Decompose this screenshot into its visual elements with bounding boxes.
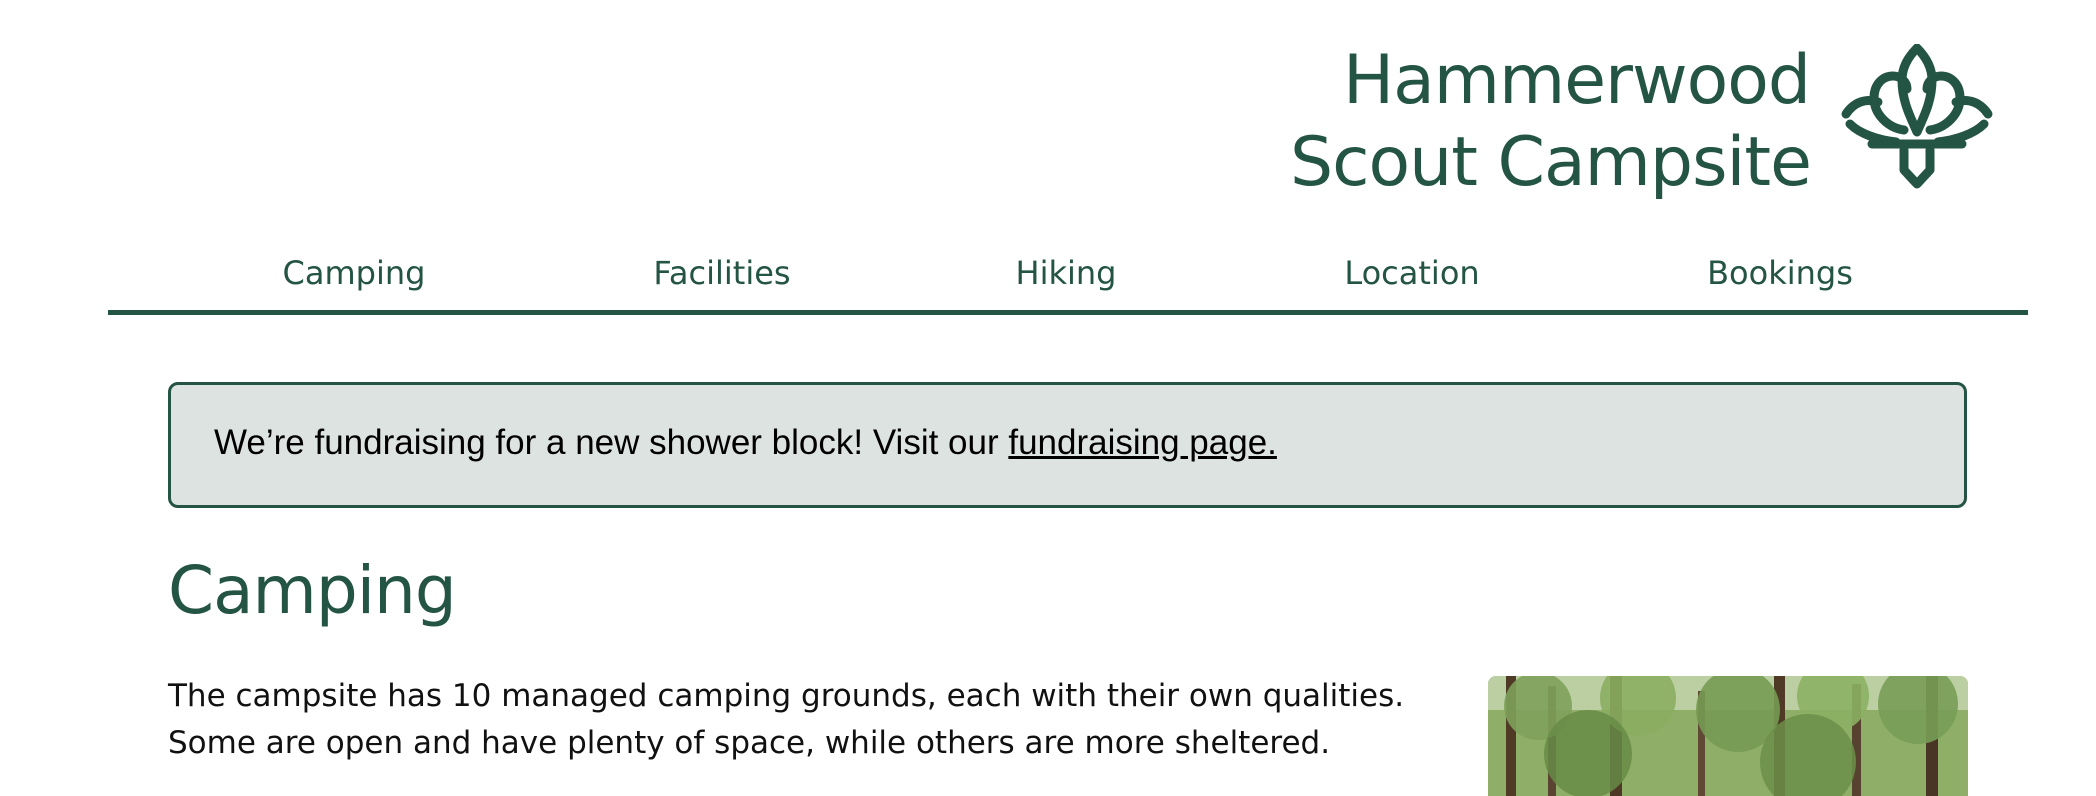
intro-line-2: Some are open and have plenty of space, … [168, 725, 1331, 761]
nav-item-hiking[interactable]: Hiking [1016, 254, 1117, 292]
banner-message: We’re fundraising for a new shower block… [214, 423, 1277, 463]
nav-item-location[interactable]: Location [1344, 254, 1479, 292]
fleur-de-lis-icon[interactable] [1838, 44, 1996, 192]
fundraising-link[interactable]: fundraising page. [1008, 423, 1277, 462]
main-nav: Camping Facilities Hiking Location Booki… [108, 248, 2028, 315]
fundraising-banner: We’re fundraising for a new shower block… [168, 382, 1967, 508]
nav-item-camping[interactable]: Camping [283, 254, 426, 292]
nav-item-facilities[interactable]: Facilities [653, 254, 790, 292]
page-title: Camping [168, 552, 457, 629]
forest-image [1488, 676, 1968, 796]
intro-line-1: The campsite has 10 managed camping grou… [168, 678, 1405, 714]
intro-paragraph: The campsite has 10 managed camping grou… [168, 673, 1468, 767]
site-title-line2: Scout Campsite [1290, 123, 1812, 202]
nav-item-bookings[interactable]: Bookings [1707, 254, 1853, 292]
site-title[interactable]: Hammerwood Scout Campsite [1290, 40, 1812, 204]
site-title-line1: Hammerwood [1342, 41, 1811, 120]
campsite-photo [1488, 676, 1968, 796]
banner-text: We’re fundraising for a new shower block… [214, 423, 1009, 462]
